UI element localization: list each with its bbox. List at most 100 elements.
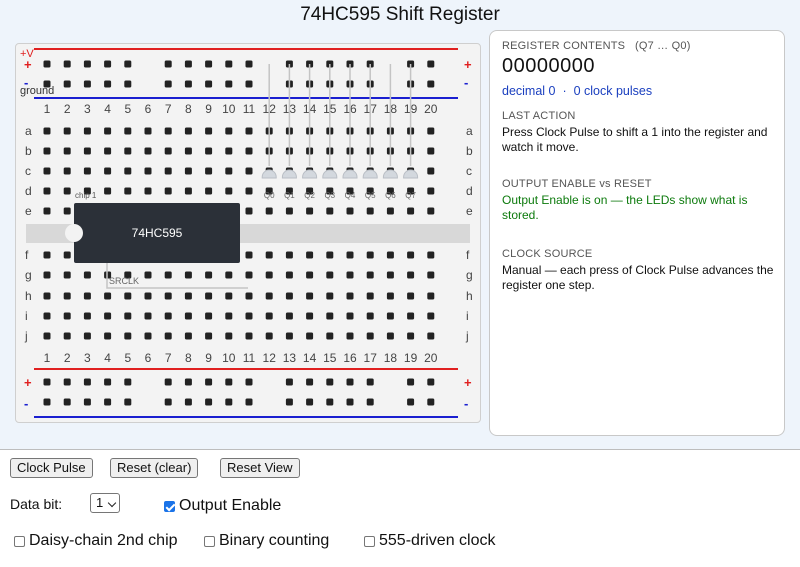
column-number: 7 xyxy=(165,102,172,116)
led-label: Q3 xyxy=(324,191,335,200)
last-action-heading: LAST ACTION xyxy=(502,110,576,122)
breadboard-hole xyxy=(306,207,314,215)
breadboard-hole xyxy=(427,332,435,340)
breadboard-hole xyxy=(184,292,192,300)
breadboard-hole xyxy=(83,167,91,175)
breadboard-hole xyxy=(386,207,394,215)
row-letter: f xyxy=(466,248,470,262)
data-bit-select[interactable]: 1 xyxy=(90,493,120,513)
led-icon xyxy=(261,169,277,179)
breadboard-hole xyxy=(225,187,233,195)
row-letter: j xyxy=(24,329,28,343)
rail-hole xyxy=(326,378,334,386)
breadboard-hole xyxy=(124,167,132,175)
breadboard-hole xyxy=(205,187,213,195)
led-label: Q6 xyxy=(385,191,396,200)
breadboard-hole xyxy=(104,167,112,175)
row-letter: d xyxy=(25,184,32,198)
breadboard-hole xyxy=(225,127,233,135)
rail-hole xyxy=(366,398,374,406)
clock-source-heading: CLOCK SOURCE xyxy=(502,248,593,260)
checkbox-icon[interactable] xyxy=(364,535,375,547)
breadboard-hole xyxy=(245,332,253,340)
breadboard-hole xyxy=(164,187,172,195)
breadboard-hole xyxy=(346,207,354,215)
output-enable-checkbox[interactable]: Output Enable xyxy=(164,497,281,515)
row-letter: i xyxy=(25,309,28,323)
binary-counting-label: Binary counting xyxy=(219,532,330,549)
led-label: Q5 xyxy=(365,191,376,200)
checkbox-checked-icon[interactable] xyxy=(164,500,175,512)
clock555-checkbox[interactable]: 555-driven clock xyxy=(364,532,496,550)
clock-pulse-button[interactable]: Clock Pulse xyxy=(10,458,93,478)
breadboard-hole xyxy=(144,187,152,195)
led-label: Q7 xyxy=(405,191,416,200)
row-letter: h xyxy=(466,289,473,303)
breadboard-hole xyxy=(144,292,152,300)
breadboard-hole xyxy=(225,292,233,300)
column-number: 14 xyxy=(303,351,317,365)
breadboard-hole xyxy=(245,127,253,135)
breadboard-hole xyxy=(184,127,192,135)
breadboard-hole xyxy=(427,147,435,155)
rail-hole xyxy=(225,60,233,68)
column-number: 5 xyxy=(124,351,131,365)
breadboard-hole xyxy=(144,271,152,279)
register-range: (Q7 … Q0) xyxy=(634,40,691,52)
breadboard-hole xyxy=(346,251,354,259)
reset-clear-button[interactable]: Reset (clear) xyxy=(110,458,199,478)
column-number: 2 xyxy=(64,351,71,365)
breadboard-hole xyxy=(366,251,374,259)
rail-hole xyxy=(63,378,71,386)
row-letter: b xyxy=(25,144,32,158)
breadboard-hole xyxy=(346,332,354,340)
daisy-chain-checkbox[interactable]: Daisy-chain 2nd chip xyxy=(14,532,178,550)
led-icon xyxy=(382,169,398,179)
led-label: Q1 xyxy=(284,191,295,200)
checkbox-icon[interactable] xyxy=(204,535,215,547)
led-icon xyxy=(322,169,338,179)
breadboard-hole xyxy=(205,312,213,320)
register-heading: REGISTER CONTENTS (Q7 … Q0) xyxy=(502,40,691,52)
column-number: 10 xyxy=(222,102,236,116)
breadboard[interactable]: +V ground + + - - + + - -1 1 2 2 3 3 4 4 5 5 6 6 7 7 8 8 9 9 10 10 11… xyxy=(15,43,481,423)
rail-hole xyxy=(43,80,51,88)
rail-sign: + xyxy=(24,57,32,72)
breadboard-hole xyxy=(63,292,71,300)
breadboard-hole xyxy=(386,332,394,340)
chevron-down-icon xyxy=(107,498,117,508)
breadboard-hole xyxy=(144,332,152,340)
breadboard-hole xyxy=(124,187,132,195)
breadboard-hole xyxy=(285,271,293,279)
rail-hole xyxy=(184,60,192,68)
register-summary: decimal 0 · 0 clock pulses xyxy=(502,84,652,98)
breadboard-hole xyxy=(184,312,192,320)
rail-hole xyxy=(124,80,132,88)
column-number: 6 xyxy=(145,102,152,116)
breadboard-hole xyxy=(427,292,435,300)
checkbox-icon[interactable] xyxy=(14,535,25,547)
row-letter: i xyxy=(466,309,469,323)
breadboard-hole xyxy=(144,167,152,175)
row-letter: c xyxy=(25,164,31,178)
breadboard-hole xyxy=(427,127,435,135)
column-number: 4 xyxy=(104,351,111,365)
breadboard-hole xyxy=(346,271,354,279)
column-number: 15 xyxy=(323,351,337,365)
breadboard-canvas[interactable]: +Vground+ +- -+ +- -112233445566778899101011… xyxy=(16,44,480,422)
breadboard-hole xyxy=(366,312,374,320)
breadboard-hole xyxy=(265,332,273,340)
breadboard-hole xyxy=(43,292,51,300)
rail-hole xyxy=(164,378,172,386)
breadboard-hole xyxy=(104,127,112,135)
breadboard-hole xyxy=(265,251,273,259)
column-number: 12 xyxy=(263,351,277,365)
rail-hole xyxy=(306,398,314,406)
breadboard-hole xyxy=(104,312,112,320)
breadboard-hole xyxy=(83,292,91,300)
reset-view-button[interactable]: Reset View xyxy=(220,458,300,478)
workspace: 74HC595 Shift Register +V ground + + - - + + - -1… xyxy=(0,0,800,449)
rail-hole xyxy=(63,80,71,88)
breadboard-hole xyxy=(427,271,435,279)
binary-counting-checkbox[interactable]: Binary counting xyxy=(204,532,329,550)
